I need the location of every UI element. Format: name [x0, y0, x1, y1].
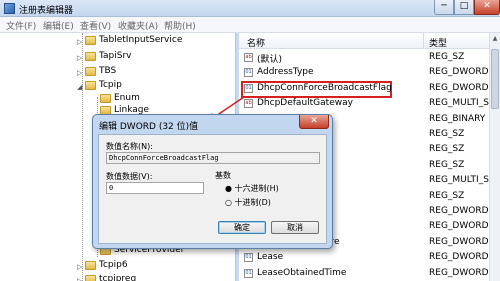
- folder-icon: [85, 36, 96, 45]
- folder-icon: [85, 52, 96, 61]
- binary-value-icon: 01: [244, 253, 253, 263]
- tree-item-label: TabletInputService: [99, 35, 183, 45]
- maximize-button[interactable]: □: [454, 0, 474, 15]
- tree-item-label: TBS: [99, 66, 117, 76]
- expand-icon[interactable]: ▷: [77, 263, 82, 271]
- minimize-button[interactable]: ─: [434, 0, 454, 15]
- folder-icon: [100, 94, 111, 103]
- value-type: REG_MULTI_SZ: [429, 98, 496, 109]
- value-name: LeaseObtainedTime: [257, 267, 347, 278]
- value-type: REG_MULTI_SZ: [429, 175, 496, 186]
- scroll-up-arrow-icon[interactable]: ▲: [490, 35, 500, 45]
- value-type: REG_DWORD: [429, 267, 489, 278]
- list-row[interactable]: 01 DhcpConnForceBroadcastFlag REG_DWORD: [239, 80, 500, 98]
- base-group-label: 基数: [215, 171, 231, 180]
- value-name: AddressType: [257, 67, 314, 78]
- value-type: REG_SZ: [429, 144, 465, 155]
- collapse-icon[interactable]: ◢: [77, 83, 82, 91]
- cancel-button[interactable]: 取消: [271, 221, 319, 234]
- ok-button[interactable]: 确定: [218, 221, 266, 234]
- close-button[interactable]: ✕: [474, 0, 500, 15]
- registry-editor-icon: [4, 3, 15, 14]
- value-type: REG_SZ: [429, 129, 465, 139]
- list-row[interactable]: 01 Lease REG_DWORD: [239, 251, 500, 266]
- value-type: REG_DWORD: [429, 252, 489, 263]
- menu-file[interactable]: 文件(F): [6, 19, 36, 32]
- tree-item-label: Tcpip6: [99, 260, 128, 270]
- scrollbar-thumb[interactable]: [491, 49, 499, 109]
- binary-value-icon: 01: [244, 268, 253, 278]
- list-row[interactable]: 01 LeaseObtainedTime REG_DWORD: [239, 267, 500, 281]
- window-title: 注册表编辑器: [19, 6, 74, 16]
- decimal-radio[interactable]: ○ 十进制(D): [225, 197, 271, 208]
- expand-icon[interactable]: ▷: [77, 69, 82, 77]
- binary-value-icon: 01: [244, 68, 253, 78]
- list-header: 名称 类型: [239, 33, 500, 49]
- value-name: Lease: [257, 252, 284, 263]
- folder-open-icon: [85, 81, 96, 90]
- list-row[interactable]: ab DhcpDefaultGateway REG_MULTI_SZ: [239, 97, 500, 112]
- value-type: REG_DWORD: [429, 82, 489, 93]
- value-name: DhcpDefaultGateway: [257, 98, 353, 109]
- tree-item-label: Enum: [114, 93, 140, 103]
- value-name: DhcpConnForceBroadcastFlag: [257, 82, 392, 93]
- menu-favorites[interactable]: 收藏夹(A): [118, 19, 158, 32]
- column-header-type[interactable]: 类型: [429, 36, 447, 49]
- value-type: REG_DWORD: [429, 67, 489, 78]
- value-type: REG_DWORD: [429, 206, 489, 216]
- binary-value-icon: 01: [244, 83, 253, 93]
- hex-radio[interactable]: ● 十六进制(H): [225, 183, 279, 194]
- expand-icon[interactable]: ▷: [77, 54, 82, 62]
- column-header-name[interactable]: 名称: [247, 36, 265, 49]
- menu-edit[interactable]: 编辑(E): [43, 19, 74, 32]
- folder-icon: [85, 275, 96, 281]
- menu-bar: 文件(F) 编辑(E) 查看(V) 收藏夹(A) 帮助(H): [0, 17, 500, 33]
- expand-icon[interactable]: ▷: [77, 277, 82, 281]
- expand-icon[interactable]: ▷: [77, 38, 82, 46]
- list-row[interactable]: ab (默认) REG_SZ: [239, 51, 500, 66]
- value-name-field[interactable]: DhcpConnForceBroadcastFlag: [106, 152, 320, 164]
- dialog-title: 编辑 DWORD (32 位)值: [99, 122, 199, 132]
- dialog-close-button[interactable]: ✕: [299, 115, 329, 129]
- dialog-body: 数值名称(N): DhcpConnForceBroadcastFlag 数值数据…: [98, 134, 327, 244]
- folder-icon: [85, 261, 96, 270]
- title-bar: 注册表编辑器 ─ □ ✕: [0, 0, 500, 17]
- vertical-scrollbar[interactable]: ▲: [489, 33, 500, 281]
- menu-help[interactable]: 帮助(H): [164, 19, 196, 32]
- value-name: (默认): [257, 55, 283, 65]
- folder-icon: [85, 67, 96, 76]
- value-type: REG_SZ: [429, 190, 465, 201]
- string-value-icon: ab: [244, 99, 253, 109]
- value-data-input[interactable]: 0: [106, 182, 204, 194]
- string-value-icon: ab: [244, 53, 253, 62]
- value-data-label: 数值数据(V):: [106, 172, 153, 181]
- value-type: REG_DWORD: [429, 221, 489, 232]
- value-type: REG_DWORD: [429, 236, 489, 247]
- tree-item-label: tcpipreg: [99, 274, 137, 281]
- value-type: REG_SZ: [429, 159, 465, 170]
- value-type: REG_BINARY: [429, 113, 486, 124]
- list-row[interactable]: 01 AddressType REG_DWORD: [239, 66, 500, 81]
- edit-dword-dialog: 编辑 DWORD (32 位)值 ✕ 数值名称(N): DhcpConnForc…: [92, 114, 333, 249]
- tree-item-label: Tcpip: [99, 80, 122, 90]
- tree-item-label: TapiSrv: [99, 51, 132, 61]
- menu-view[interactable]: 查看(V): [80, 19, 111, 32]
- value-name-label: 数值名称(N):: [106, 142, 153, 151]
- value-type: REG_SZ: [429, 52, 465, 62]
